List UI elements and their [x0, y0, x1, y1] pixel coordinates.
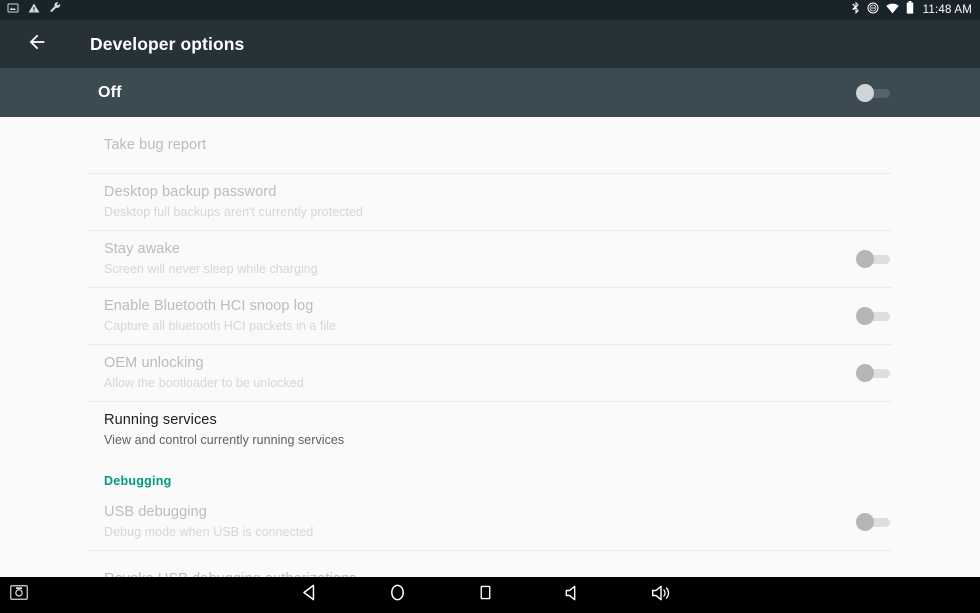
switch-thumb [856, 513, 874, 531]
switch-thumb [856, 364, 874, 382]
status-bar-clock: 11:48 AM [922, 4, 972, 16]
triangle-left-icon [300, 583, 319, 607]
back-button[interactable] [292, 580, 326, 610]
page-title: Developer options [90, 33, 245, 54]
warning-icon [28, 1, 40, 19]
usb-debugging-switch[interactable] [856, 511, 892, 533]
arrow-left-icon [26, 31, 48, 58]
list-item-title: Take bug report [104, 136, 207, 153]
android-screen: 11:48 AM Developer options Off Take bug … [0, 0, 980, 613]
battery-icon [906, 1, 914, 19]
list-item-title: USB debugging [104, 504, 207, 520]
bluetooth-icon [851, 1, 860, 19]
app-bar: Developer options [0, 20, 980, 68]
list-item-stay-awake[interactable]: Stay awake Screen will never sleep while… [0, 231, 980, 287]
navigation-buttons [292, 580, 678, 610]
list-item-running-services[interactable]: Running services View and control curren… [0, 402, 980, 458]
status-bar-left-icons [7, 1, 62, 19]
list-item-summary: Debug mode when USB is connected [104, 525, 314, 539]
home-button[interactable] [380, 580, 414, 610]
navigation-bar [0, 577, 980, 613]
recents-button[interactable] [468, 580, 502, 610]
screenshot-icon [10, 585, 28, 604]
do-not-disturb-icon [867, 1, 879, 19]
switch-thumb [856, 83, 874, 102]
wifi-icon [885, 1, 899, 19]
settings-list[interactable]: Take bug report Desktop backup password … [0, 117, 980, 577]
list-item-title: Desktop backup password [104, 184, 277, 200]
volume-down-icon [563, 583, 583, 608]
list-item-enable-bluetooth-hci-snoop-log[interactable]: Enable Bluetooth HCI snoop log Capture a… [0, 288, 980, 344]
list-item-summary: View and control currently running servi… [104, 433, 345, 447]
square-icon [477, 584, 494, 606]
list-item-desktop-backup-password[interactable]: Desktop backup password Desktop full bac… [0, 174, 980, 230]
screenshot-icon [7, 1, 19, 19]
list-item-summary: Desktop full backups aren't currently pr… [104, 205, 364, 219]
volume-up-button[interactable] [644, 580, 678, 610]
list-item-title: Stay awake [104, 241, 180, 257]
oem-unlocking-switch[interactable] [856, 362, 892, 384]
list-item-usb-debugging[interactable]: USB debugging Debug mode when USB is con… [0, 494, 980, 550]
list-item-revoke-usb-debugging-authorizations[interactable]: Revoke USB debugging authorizations [0, 551, 980, 578]
list-item-oem-unlocking[interactable]: OEM unlocking Allow the bootloader to be… [0, 345, 980, 401]
screenshot-button[interactable] [10, 585, 28, 605]
back-arrow-button[interactable] [14, 21, 60, 67]
list-item-title: OEM unlocking [104, 355, 204, 371]
list-item-summary: Capture all bluetooth HCI packets in a f… [104, 319, 337, 333]
master-switch-label: Off [98, 83, 122, 101]
circle-icon [388, 583, 407, 607]
bluetooth-hci-snoop-log-switch[interactable] [856, 305, 892, 327]
stay-awake-switch[interactable] [856, 248, 892, 270]
volume-up-icon [650, 583, 672, 608]
switch-thumb [856, 250, 874, 268]
master-switch[interactable] [856, 82, 892, 104]
list-item-title: Running services [104, 412, 217, 428]
list-item-summary: Allow the bootloader to be unlocked [104, 376, 304, 390]
list-item-take-bug-report[interactable]: Take bug report [0, 117, 980, 173]
developer-options-master-row[interactable]: Off [0, 68, 980, 117]
status-bar: 11:48 AM [0, 0, 980, 20]
list-item-title: Revoke USB debugging authorizations [104, 570, 892, 578]
wrench-icon [49, 1, 62, 19]
status-bar-right-icons: 11:48 AM [851, 1, 972, 19]
list-item-title: Enable Bluetooth HCI snoop log [104, 298, 314, 314]
volume-down-button[interactable] [556, 580, 590, 610]
section-header-debugging: Debugging [104, 474, 172, 488]
list-item-summary: Screen will never sleep while charging [104, 262, 318, 276]
switch-thumb [856, 307, 874, 325]
